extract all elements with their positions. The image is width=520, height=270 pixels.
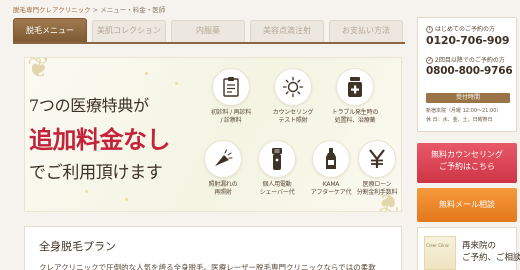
benefit-label: 初診料 / 再診料 / 診察料 <box>210 109 252 124</box>
yen-icon <box>358 140 396 178</box>
benefit-trouble-treatment: トラブル発生時の 処置料、治療薬 <box>329 68 381 125</box>
benefit-loan-interest: 医療ローン 分割金利手数料 <box>351 140 401 197</box>
sparkle <box>125 198 128 201</box>
breadcrumb-current: メニュー・料金・医師 <box>100 6 166 14</box>
electric-shaver-icon <box>258 140 296 178</box>
sun-icon <box>274 68 312 106</box>
free-mail-consultation-button[interactable]: 無料メール相談 <box>417 188 517 222</box>
banner-headline-emphasis: 追加料金なし <box>29 125 171 154</box>
benefit-label: KAMA アフターケア代 <box>310 181 352 196</box>
tab-hair-removal-menu[interactable]: 脱毛メニュー <box>13 18 87 42</box>
return-visit-line2: ご予約、ご相談 <box>462 253 520 263</box>
second-time-label: 2 2回目以降でのご予約の方 <box>426 55 505 64</box>
return-visit-line1: 再来院の <box>462 241 497 251</box>
hair-shaving-icon <box>204 140 242 178</box>
medicine-bottle-icon <box>336 68 374 106</box>
banner-headline: 7つの医療特典が 追加料金なし でご利用頂けます <box>29 92 199 183</box>
benefit-kama-aftercare: KAMA アフターケア代 <box>305 140 357 197</box>
first-time-phone-link[interactable]: 0120-706-909 <box>426 34 509 47</box>
benefit-label: 照射漏れの 再照射 <box>208 181 238 196</box>
benefit-re-irradiation: 照射漏れの 再照射 <box>197 140 249 197</box>
plan-title: 全身脱毛プラン <box>39 240 116 253</box>
counseling-button-line2: ご予約はこちら <box>439 162 495 171</box>
benefit-label: トラブル発生時の 処置料、治療薬 <box>331 109 379 124</box>
counseling-button-line1: 無料カウンセリング <box>431 150 503 159</box>
benefit-label: 個人用電動 シェーバー代 <box>259 181 295 196</box>
hours-line-1: 新宿本院（月曜 12:00〜21:00） <box>426 108 502 114</box>
benefit-counseling: カウンセリング テスト照射 <box>267 68 319 125</box>
return-visit-reserve-button[interactable]: Creer Clinic 再来院の ご予約、ご相談 <box>417 227 520 270</box>
clinic-thumbnail-logo: Creer Clinic <box>426 243 450 248</box>
second-time-phone-link[interactable]: 0800-800-9766 <box>426 65 513 77</box>
reservation-phone-box: 1 はじめてのご予約の方 0120-706-909 2 2回目以降でのご予約の方 0… <box>417 17 517 132</box>
menu-tabs: 脱毛メニュー 美肌コレクション 内服薬 美容点滴注射 お支払い方法 <box>13 18 405 42</box>
return-visit-text: 再来院の ご予約、ご相談 <box>462 240 520 264</box>
full-body-plan-section: 全身脱毛プラン クレアクリニックで圧倒的な人気を誇る全身脱毛。医療レーザー脱毛専… <box>24 226 402 270</box>
plan-description: クレアクリニックで圧倒的な人気を誇る全身脱毛。医療レーザー脱毛専門クリニックなら… <box>39 263 376 270</box>
hours-line-2: 休 日：水、金、土、日曜祭日 <box>426 117 493 123</box>
benefit-label: カウンセリング テスト照射 <box>272 109 314 124</box>
breadcrumb-home-link[interactable]: 脱毛専門クレアクリニック <box>13 6 91 14</box>
sparkle <box>175 82 178 85</box>
number-1-icon: 1 <box>426 26 433 33</box>
flourish-top-left: ❦ <box>27 57 51 84</box>
benefit-icons: 初診料 / 再診料 / 診察料 カウンセリング テスト照射 トラブル発生時の 処… <box>204 68 401 208</box>
sparkle <box>85 190 88 193</box>
breadcrumb: 脱毛専門クレアクリニック > メニュー・料金・医師 <box>13 4 165 14</box>
banner-headline-line1: 7つの医療特典が <box>29 96 149 115</box>
sparkle <box>145 72 148 75</box>
banner-headline-line3: でご利用頂けます <box>29 163 163 183</box>
tab-beauty-drip[interactable]: 美容点滴注射 <box>250 20 324 42</box>
lotion-bottle-icon <box>312 140 350 178</box>
hours-badge: 受付時間 <box>426 93 510 103</box>
free-counseling-reserve-button[interactable]: 無料カウンセリング ご予約はこちら <box>417 143 517 183</box>
clinic-thumbnail-image <box>424 236 456 270</box>
benefit-consultation-fee: 初診料 / 再診料 / 診察料 <box>205 68 257 125</box>
benefit-label: 医療ローン 分割金利手数料 <box>356 181 398 196</box>
tab-divider <box>13 42 405 44</box>
clipboard-icon <box>212 68 250 106</box>
tab-skin-collection[interactable]: 美肌コレクション <box>92 20 166 42</box>
first-time-label: 1 はじめてのご予約の方 <box>426 24 495 33</box>
benefits-banner: ❦ ❦ 7つの医療特典が 追加料金なし でご利用頂けます 初診料 / 再診料 /… <box>24 57 402 212</box>
number-2-icon: 2 <box>426 57 433 64</box>
breadcrumb-separator: > <box>92 6 99 14</box>
benefit-electric-shaver: 個人用電動 シェーバー代 <box>251 140 303 197</box>
tab-oral-medicine[interactable]: 内服薬 <box>171 20 245 42</box>
tab-payment-methods[interactable]: お支払い方法 <box>329 20 403 42</box>
